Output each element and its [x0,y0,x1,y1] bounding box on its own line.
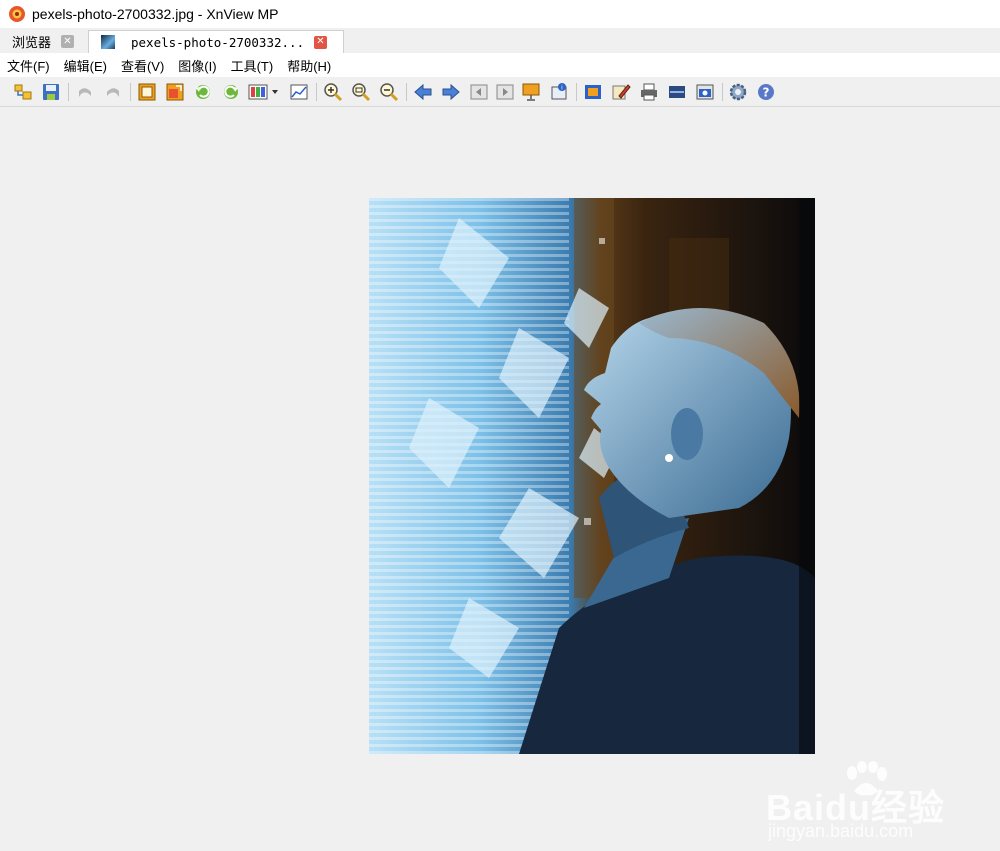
xnview-logo-icon [9,6,25,22]
zoom-out-icon[interactable] [378,81,400,103]
svg-text:?: ? [763,86,770,100]
crop-icon[interactable] [136,81,158,103]
close-icon[interactable]: ✕ [61,35,74,48]
close-icon[interactable]: ✕ [314,35,327,49]
toolbar-separator [406,83,407,101]
title-bar: pexels-photo-2700332.jpg - XnView MP [0,0,1000,28]
photo-image [369,198,815,754]
edit-icon[interactable] [610,81,632,103]
rotate-left-icon[interactable] [192,81,214,103]
menu-file[interactable]: 文件(F) [0,53,57,77]
watermark-url: jingyan.baidu.com [768,821,914,841]
last-icon[interactable] [494,81,516,103]
menu-help[interactable]: 帮助(H) [280,53,338,77]
baidu-watermark: Baidu经验 jingyan.baidu.com [766,761,956,851]
resize-icon[interactable] [164,81,186,103]
next-icon[interactable] [440,81,462,103]
properties-icon[interactable]: i [548,81,570,103]
tab-label: 浏览器 [12,35,52,50]
image-viewer[interactable]: Baidu经验 jingyan.baidu.com [0,107,1000,841]
previous-icon[interactable] [412,81,434,103]
redo-icon[interactable] [102,81,124,103]
zoom-fit-icon[interactable] [350,81,372,103]
zoom-in-icon[interactable] [322,81,344,103]
help-icon[interactable]: ? [755,81,777,103]
image-thumbnail-icon [101,35,115,49]
menu-tools[interactable]: 工具(T) [224,53,281,77]
toolbar-separator [316,83,317,101]
levels-icon[interactable] [288,81,310,103]
slideshow-icon[interactable] [520,81,542,103]
menu-edit[interactable]: 编辑(E) [57,53,114,77]
settings-icon[interactable] [727,81,749,103]
menu-bar: 文件(F) 编辑(E) 查看(V) 图像(I) 工具(T) 帮助(H) [0,53,1000,77]
tab-bar: 浏览器 ✕ pexels-photo-2700332... ✕ [0,28,1000,54]
capture-icon[interactable] [694,81,716,103]
rotate-right-icon[interactable] [220,81,242,103]
tab-browser[interactable]: 浏览器 ✕ [6,30,82,53]
menu-image[interactable]: 图像(I) [171,53,223,77]
print-icon[interactable] [638,81,660,103]
first-icon[interactable] [468,81,490,103]
window-title: pexels-photo-2700332.jpg - XnView MP [32,6,279,22]
toolbar-separator [130,83,131,101]
toolbar-separator [576,83,577,101]
save-icon[interactable] [40,81,62,103]
open-browser-icon[interactable] [12,81,34,103]
toolbar: i ? [0,77,1000,107]
scanner-icon[interactable] [666,81,688,103]
tab-label: pexels-photo-2700332... [131,34,305,50]
fullscreen-icon[interactable] [582,81,604,103]
tab-image[interactable]: pexels-photo-2700332... ✕ [88,30,344,53]
undo-icon[interactable] [74,81,96,103]
toolbar-separator [68,83,69,101]
toolbar-separator [722,83,723,101]
color-adjust-icon[interactable] [248,81,282,103]
menu-view[interactable]: 查看(V) [114,53,171,77]
